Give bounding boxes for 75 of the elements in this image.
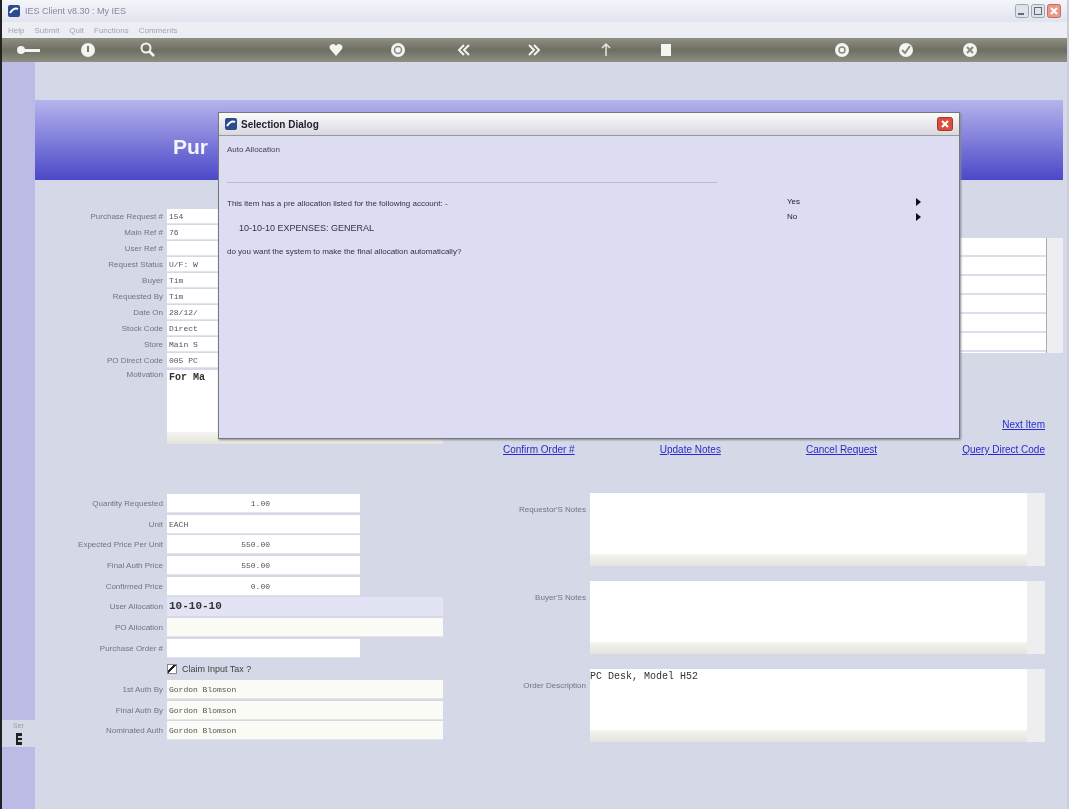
text-field[interactable]: 1.00 bbox=[167, 493, 360, 513]
field-label: Date On bbox=[132, 307, 164, 317]
scrollbar[interactable] bbox=[590, 730, 1027, 742]
field-label: Nominated Auth bbox=[105, 726, 164, 736]
double-right-icon[interactable] bbox=[526, 42, 542, 58]
text-field[interactable]: 10-10-10 bbox=[167, 597, 443, 617]
text-field[interactable]: 0.00 bbox=[167, 576, 360, 596]
scrollbar[interactable] bbox=[1046, 238, 1063, 353]
dialog-title: Selection Dialog bbox=[241, 118, 320, 130]
field-label: Order Description bbox=[522, 680, 587, 692]
text-field[interactable] bbox=[167, 617, 443, 637]
text-field[interactable]: Gordon Blomson bbox=[167, 700, 443, 720]
field-label: Stock Code bbox=[120, 323, 164, 333]
field-label: Buyer'S Notes bbox=[534, 592, 587, 604]
maximize-button[interactable] bbox=[1031, 4, 1045, 18]
next-item-link[interactable]: Next Item bbox=[1002, 419, 1045, 430]
text-area[interactable]: PC Desk, Model H52 bbox=[590, 669, 1027, 730]
field-label: User Allocation bbox=[108, 602, 164, 612]
stop-icon[interactable] bbox=[658, 42, 674, 58]
page-title: Pur bbox=[173, 135, 208, 159]
message-text: This item has a pre allocation listed for the following account: - bbox=[227, 199, 449, 210]
field-label: Purchase Order # bbox=[98, 643, 164, 653]
heart-icon[interactable] bbox=[328, 42, 344, 58]
text-field[interactable]: 550.00 bbox=[167, 555, 360, 575]
action-link[interactable]: Query Direct Code bbox=[962, 444, 1045, 455]
scrollbar[interactable] bbox=[590, 554, 1027, 566]
help-icon[interactable] bbox=[80, 42, 96, 58]
close-button[interactable] bbox=[937, 117, 953, 131]
action-link[interactable]: Cancel Request bbox=[805, 444, 878, 455]
minimize-button[interactable] bbox=[1015, 4, 1029, 18]
field-label: Expected Price Per Unit bbox=[77, 540, 164, 550]
text-field[interactable]: Gordon Blomson bbox=[167, 721, 443, 741]
checkbox[interactable] bbox=[167, 663, 177, 674]
field-label: Requestor'S Notes bbox=[518, 504, 587, 516]
field-label: Unit bbox=[147, 519, 164, 529]
text-field[interactable]: EACH bbox=[167, 514, 360, 534]
field-label: Confirmed Price bbox=[104, 581, 164, 591]
field-label: Final Auth By bbox=[114, 705, 164, 715]
field-label: Main Ref # bbox=[123, 227, 164, 237]
field-label: 1st Auth By bbox=[121, 685, 164, 695]
dialog-heading: Auto Allocation bbox=[227, 145, 281, 154]
text-field[interactable]: 550.00 bbox=[167, 535, 360, 555]
field-label: Motivation bbox=[125, 370, 164, 379]
field-label: Request Status bbox=[107, 259, 164, 269]
field-label: Quantity Requested bbox=[91, 498, 164, 508]
action-link[interactable]: Update Notes bbox=[659, 444, 721, 455]
account-text: 10-10-10 EXPENSES: GENERAL bbox=[238, 223, 376, 235]
text-field[interactable]: Gordon Blomson bbox=[167, 680, 443, 700]
field-label: Requested By bbox=[111, 291, 164, 301]
close-icon[interactable] bbox=[962, 42, 978, 58]
app-icon bbox=[8, 5, 20, 17]
scrollbar[interactable] bbox=[1027, 581, 1045, 654]
double-left-icon[interactable] bbox=[456, 42, 472, 58]
window-title: IES Client v8.30 : My IES bbox=[25, 6, 128, 16]
field-label: PO Allocation bbox=[113, 622, 164, 632]
option-item[interactable]: Yes bbox=[787, 197, 921, 206]
scrollbar[interactable] bbox=[1027, 493, 1045, 566]
option-item[interactable]: No bbox=[787, 212, 921, 221]
e-icon bbox=[15, 733, 22, 745]
scrollbar[interactable] bbox=[1027, 669, 1045, 742]
check-icon[interactable] bbox=[898, 42, 914, 58]
field-label: PO Direct Code bbox=[105, 355, 164, 365]
scrollbar[interactable] bbox=[590, 642, 1027, 654]
search-icon[interactable] bbox=[140, 42, 156, 58]
checkbox-label: Claim Input Tax ? bbox=[182, 663, 252, 674]
field-label: Store bbox=[142, 339, 164, 349]
field-label: Final Auth Price bbox=[105, 560, 164, 570]
field-label: Purchase Request # bbox=[89, 211, 164, 221]
app-icon bbox=[225, 118, 237, 130]
question-text: do you want the system to make the final allocation automatically? bbox=[227, 247, 463, 258]
field-label: User Ref # bbox=[123, 243, 164, 253]
text-field[interactable] bbox=[167, 638, 360, 658]
field-label: Buyer bbox=[141, 275, 164, 285]
action-link[interactable]: Confirm Order # bbox=[503, 444, 575, 455]
close-button[interactable] bbox=[1047, 4, 1061, 18]
